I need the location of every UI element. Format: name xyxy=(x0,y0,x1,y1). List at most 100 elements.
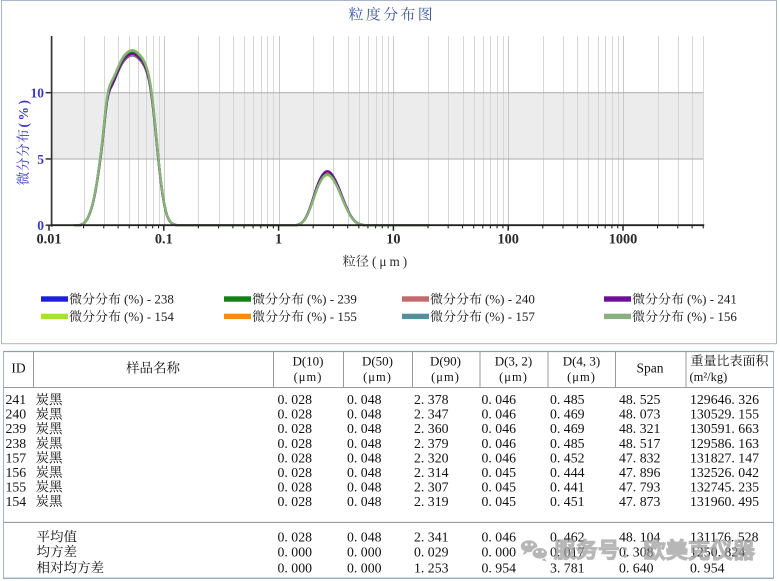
svg-text:(%) - 239: (%) - 239 xyxy=(307,292,357,307)
svg-text:2. 360: 2. 360 xyxy=(414,421,449,436)
svg-text:0. 046: 0. 046 xyxy=(482,407,517,422)
svg-text:0. 048: 0. 048 xyxy=(347,392,382,407)
svg-text:(μm): (μm) xyxy=(499,370,528,384)
svg-text:132526. 042: 132526. 042 xyxy=(690,465,759,480)
svg-text:ID: ID xyxy=(11,361,25,376)
svg-text:47. 832: 47. 832 xyxy=(619,450,660,465)
svg-text:D(3, 2): D(3, 2) xyxy=(495,354,533,369)
svg-text:(%): (%) xyxy=(16,98,31,128)
svg-text:0. 046: 0. 046 xyxy=(482,392,517,407)
svg-text:130529. 155: 130529. 155 xyxy=(690,407,759,422)
svg-text:0. 028: 0. 028 xyxy=(278,479,313,494)
svg-text:0. 469: 0. 469 xyxy=(550,407,585,422)
svg-text:0. 954: 0. 954 xyxy=(690,560,725,575)
svg-text:239: 239 xyxy=(6,421,27,436)
svg-text:1000: 1000 xyxy=(609,232,638,248)
svg-text:48. 321: 48. 321 xyxy=(619,421,660,436)
svg-text:(μm): (μm) xyxy=(567,370,596,384)
svg-text:(%) - 154: (%) - 154 xyxy=(124,309,174,324)
svg-text:0. 029: 0. 029 xyxy=(414,544,449,559)
svg-text:238: 238 xyxy=(6,436,27,451)
svg-text:0. 000: 0. 000 xyxy=(278,544,313,559)
svg-text:0. 046: 0. 046 xyxy=(482,450,517,465)
svg-text:2. 319: 2. 319 xyxy=(414,494,449,509)
svg-text:2. 307: 2. 307 xyxy=(414,479,449,494)
svg-text:47. 873: 47. 873 xyxy=(619,494,660,509)
svg-text:0. 028: 0. 028 xyxy=(278,392,313,407)
svg-text:129586. 163: 129586. 163 xyxy=(690,436,759,451)
svg-text:0. 048: 0. 048 xyxy=(347,436,382,451)
svg-text:10: 10 xyxy=(386,232,400,248)
svg-text:0. 028: 0. 028 xyxy=(278,421,313,436)
svg-text:0. 028: 0. 028 xyxy=(278,450,313,465)
svg-text:2. 314: 2. 314 xyxy=(414,465,449,480)
svg-text:0. 441: 0. 441 xyxy=(550,479,585,494)
svg-text:0. 048: 0. 048 xyxy=(347,529,382,544)
svg-text:0. 485: 0. 485 xyxy=(550,392,585,407)
svg-text:3. 781: 3. 781 xyxy=(550,560,585,575)
svg-text:0. 028: 0. 028 xyxy=(278,465,313,480)
svg-text:100: 100 xyxy=(497,232,518,248)
svg-text:240: 240 xyxy=(6,407,27,422)
svg-text:129646. 326: 129646. 326 xyxy=(690,392,759,407)
svg-text:155: 155 xyxy=(6,479,27,494)
svg-text:0. 452: 0. 452 xyxy=(550,450,585,465)
svg-text:0.1: 0.1 xyxy=(155,232,173,248)
svg-text:2. 341: 2. 341 xyxy=(414,529,449,544)
svg-text:(%) - 240: (%) - 240 xyxy=(485,292,535,307)
svg-text:0. 000: 0. 000 xyxy=(347,544,382,559)
svg-text:0. 045: 0. 045 xyxy=(482,465,517,480)
svg-text:156: 156 xyxy=(6,465,27,480)
svg-text:(%) - 156: (%) - 156 xyxy=(687,309,737,324)
svg-text:0. 640: 0. 640 xyxy=(619,560,654,575)
svg-text:0. 048: 0. 048 xyxy=(347,479,382,494)
svg-text:0. 045: 0. 045 xyxy=(482,494,517,509)
svg-text:0. 046: 0. 046 xyxy=(482,529,517,544)
svg-text:154: 154 xyxy=(6,494,27,509)
svg-text:(μm): (μm) xyxy=(294,370,323,384)
svg-text:0. 954: 0. 954 xyxy=(482,560,517,575)
svg-text:0. 048: 0. 048 xyxy=(347,421,382,436)
svg-text:131827. 147: 131827. 147 xyxy=(690,450,759,465)
svg-text:0. 028: 0. 028 xyxy=(278,494,313,509)
svg-text:(μm): (μm) xyxy=(372,254,410,269)
svg-text:48. 073: 48. 073 xyxy=(619,407,660,422)
svg-text:157: 157 xyxy=(6,450,27,465)
svg-text:47. 793: 47. 793 xyxy=(619,479,660,494)
svg-text:D(90): D(90) xyxy=(430,354,461,369)
svg-text:D(10): D(10) xyxy=(292,354,323,369)
svg-text:0. 045: 0. 045 xyxy=(482,479,517,494)
svg-text:D(50): D(50) xyxy=(362,354,393,369)
svg-text:130591. 663: 130591. 663 xyxy=(690,421,759,436)
svg-text:0. 451: 0. 451 xyxy=(550,494,585,509)
svg-text:(%) - 238: (%) - 238 xyxy=(124,292,174,307)
svg-text:48. 525: 48. 525 xyxy=(619,392,660,407)
svg-text:0. 000: 0. 000 xyxy=(278,560,313,575)
svg-text:(m²/kg): (m²/kg) xyxy=(690,370,728,384)
svg-text:(%) - 155: (%) - 155 xyxy=(307,309,357,324)
svg-text:(μm): (μm) xyxy=(431,370,460,384)
svg-text:0. 048: 0. 048 xyxy=(347,450,382,465)
svg-text:0.01: 0.01 xyxy=(36,232,61,248)
svg-text:132745. 235: 132745. 235 xyxy=(690,479,759,494)
svg-text:Span: Span xyxy=(637,361,664,376)
svg-text:0. 000: 0. 000 xyxy=(347,560,382,575)
svg-text:1. 253: 1. 253 xyxy=(414,560,449,575)
svg-text:(%) - 241: (%) - 241 xyxy=(687,292,737,307)
svg-text:0. 028: 0. 028 xyxy=(278,407,313,422)
svg-text:47. 896: 47. 896 xyxy=(619,465,660,480)
svg-text:1: 1 xyxy=(275,232,282,248)
svg-text:2. 347: 2. 347 xyxy=(414,407,449,422)
svg-text:0. 028: 0. 028 xyxy=(278,436,313,451)
svg-text:241: 241 xyxy=(6,392,27,407)
svg-text:2. 378: 2. 378 xyxy=(414,392,449,407)
svg-text:10: 10 xyxy=(31,86,45,101)
svg-text:0. 048: 0. 048 xyxy=(347,407,382,422)
svg-text:0. 469: 0. 469 xyxy=(550,421,585,436)
svg-text:0. 048: 0. 048 xyxy=(347,494,382,509)
svg-text:0. 028: 0. 028 xyxy=(278,529,313,544)
svg-text:2. 320: 2. 320 xyxy=(414,450,449,465)
svg-text:2. 379: 2. 379 xyxy=(414,436,449,451)
svg-text:131960. 495: 131960. 495 xyxy=(690,494,759,509)
svg-text:0. 000: 0. 000 xyxy=(482,544,517,559)
